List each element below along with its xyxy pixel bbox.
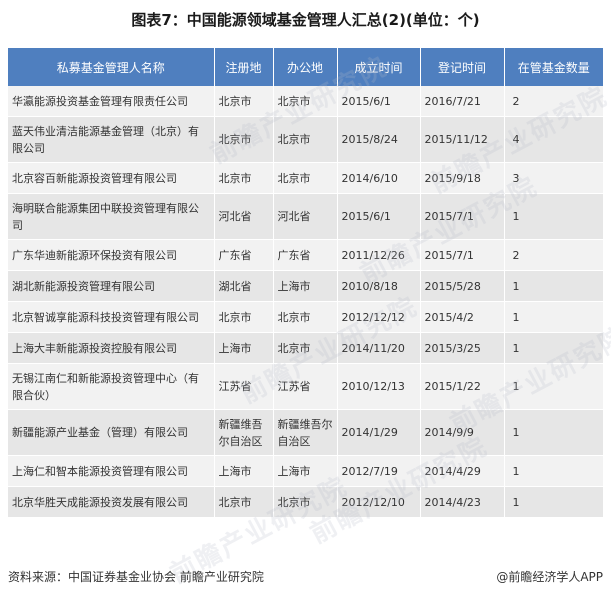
cell-registration-date: 2015/1/22 xyxy=(420,363,505,410)
cell-manager-name: 广东华迪新能源环保投资有限公司 xyxy=(8,239,215,271)
cell-founded-date: 2010/12/13 xyxy=(337,363,421,410)
page-title: 图表7：中国能源领域基金管理人汇总(2)(单位：个) xyxy=(131,11,480,29)
cell-founded-date: 2015/6/1 xyxy=(337,86,421,117)
table-row: 北京智诚享能源科技投资管理有限公司 北京市 北京市 2012/12/12 2015/4/… xyxy=(8,301,603,333)
cell-founded-date: 2012/12/10 xyxy=(337,486,421,518)
cell-fund-count: 1 xyxy=(504,455,603,487)
cell-fund-count: 1 xyxy=(504,332,603,364)
cell-manager-name: 新疆能源产业基金（管理）有限公司 xyxy=(8,409,215,456)
cell-founded-date: 2015/8/24 xyxy=(337,116,421,163)
cell-founded-date: 2012/7/19 xyxy=(337,455,421,487)
cell-founded-date: 2015/6/1 xyxy=(337,193,421,240)
cell-fund-count: 1 xyxy=(504,409,603,456)
cell-registered-place: 北京市 xyxy=(214,116,274,163)
cell-registration-date: 2015/7/1 xyxy=(420,239,505,271)
cell-founded-date: 2014/6/10 xyxy=(337,162,421,194)
cell-registered-place: 上海市 xyxy=(214,332,274,364)
cell-manager-name: 蓝天伟业清洁能源基金管理（北京）有限公司 xyxy=(8,116,215,163)
cell-manager-name: 北京智诚享能源科技投资管理有限公司 xyxy=(8,301,215,333)
cell-office-place: 江苏省 xyxy=(273,363,338,410)
cell-registration-date: 2015/9/18 xyxy=(420,162,505,194)
cell-registered-place: 湖北省 xyxy=(214,270,274,302)
cell-office-place: 北京市 xyxy=(273,162,338,194)
cell-manager-name: 无锡江南仁和新能源投资管理中心（有限合伙） xyxy=(8,363,215,410)
cell-registered-place: 北京市 xyxy=(214,486,274,518)
cell-founded-date: 2011/12/26 xyxy=(337,239,421,271)
cell-registration-date: 2014/4/23 xyxy=(420,486,505,518)
cell-fund-count: 1 xyxy=(504,301,603,333)
column-header-registered-place: 注册地 xyxy=(214,48,274,86)
table-row: 广东华迪新能源环保投资有限公司 广东省 广东省 2011/12/26 2015/7/1 2 xyxy=(8,239,603,271)
cell-registered-place: 北京市 xyxy=(214,162,274,194)
cell-fund-count: 4 xyxy=(504,116,603,163)
cell-registered-place: 北京市 xyxy=(214,301,274,333)
cell-office-place: 北京市 xyxy=(273,116,338,163)
column-header-name: 私募基金管理人名称 xyxy=(8,48,215,86)
cell-founded-date: 2010/8/18 xyxy=(337,270,421,302)
cell-manager-name: 湖北新能源投资管理有限公司 xyxy=(8,270,215,302)
cell-manager-name: 北京容百新能源投资管理有限公司 xyxy=(8,162,215,194)
cell-founded-date: 2012/12/12 xyxy=(337,301,421,333)
cell-fund-count: 1 xyxy=(504,486,603,518)
cell-registered-place: 新疆维吾尔自治区 xyxy=(214,409,274,456)
cell-fund-count: 3 xyxy=(504,162,603,194)
cell-registration-date: 2014/9/9 xyxy=(420,409,505,456)
cell-registration-date: 2015/11/12 xyxy=(420,116,505,163)
column-header-registration-date: 登记时间 xyxy=(420,48,505,86)
cell-registered-place: 北京市 xyxy=(214,86,274,117)
table-row: 蓝天伟业清洁能源基金管理（北京）有限公司 北京市 北京市 2015/8/24 2015/… xyxy=(8,116,603,163)
table-row: 北京容百新能源投资管理有限公司 北京市 北京市 2014/6/10 2015/9/18 3 xyxy=(8,162,603,194)
table-row: 无锡江南仁和新能源投资管理中心（有限合伙） 江苏省 江苏省 2010/12/13 201… xyxy=(8,363,603,410)
cell-office-place: 北京市 xyxy=(273,332,338,364)
cell-fund-count: 1 xyxy=(504,363,603,410)
cell-fund-count: 2 xyxy=(504,239,603,271)
cell-office-place: 新疆维吾尔自治区 xyxy=(273,409,338,456)
fund-manager-table: 私募基金管理人名称 注册地 办公地 成立时间 登记时间 在管基金数量 华瀛能源投… xyxy=(8,48,603,518)
table-row: 北京华胜天成能源投资发展有限公司 北京市 北京市 2012/12/10 2014/4/2… xyxy=(8,486,603,518)
cell-manager-name: 华瀛能源投资基金管理有限责任公司 xyxy=(8,86,215,117)
cell-office-place: 北京市 xyxy=(273,486,338,518)
cell-registration-date: 2015/3/25 xyxy=(420,332,505,364)
cell-founded-date: 2014/1/29 xyxy=(337,409,421,456)
cell-registered-place: 江苏省 xyxy=(214,363,274,410)
cell-office-place: 河北省 xyxy=(273,193,338,240)
footer-credit: @前瞻经济学人APP xyxy=(496,570,603,584)
table-row: 华瀛能源投资基金管理有限责任公司 北京市 北京市 2015/6/1 2016/7/21 2 xyxy=(8,86,603,117)
column-header-office-place: 办公地 xyxy=(273,48,338,86)
column-header-fund-count: 在管基金数量 xyxy=(504,48,603,86)
cell-manager-name: 上海仁和智本能源投资管理有限公司 xyxy=(8,455,215,487)
table-row: 上海仁和智本能源投资管理有限公司 上海市 上海市 2012/7/19 2014/4/29… xyxy=(8,455,603,487)
cell-founded-date: 2014/11/20 xyxy=(337,332,421,364)
cell-registration-date: 2015/4/2 xyxy=(420,301,505,333)
cell-manager-name: 上海大丰新能源投资控股有限公司 xyxy=(8,332,215,364)
cell-office-place: 北京市 xyxy=(273,301,338,333)
cell-registration-date: 2014/4/29 xyxy=(420,455,505,487)
cell-registration-date: 2015/7/1 xyxy=(420,193,505,240)
cell-office-place: 上海市 xyxy=(273,270,338,302)
table-row: 新疆能源产业基金（管理）有限公司 新疆维吾尔自治区 新疆维吾尔自治区 2014/1/2… xyxy=(8,409,603,456)
cell-registration-date: 2016/7/21 xyxy=(420,86,505,117)
column-header-founded-date: 成立时间 xyxy=(337,48,421,86)
cell-fund-count: 1 xyxy=(504,270,603,302)
cell-registered-place: 广东省 xyxy=(214,239,274,271)
cell-registration-date: 2015/5/28 xyxy=(420,270,505,302)
cell-manager-name: 北京华胜天成能源投资发展有限公司 xyxy=(8,486,215,518)
cell-registered-place: 上海市 xyxy=(214,455,274,487)
footer-source: 资料来源：中国证券基金业协会 前瞻产业研究院 xyxy=(8,570,264,584)
cell-manager-name: 海明联合能源集团中联投资管理有限公司 xyxy=(8,193,215,240)
cell-office-place: 广东省 xyxy=(273,239,338,271)
table-row: 湖北新能源投资管理有限公司 湖北省 上海市 2010/8/18 2015/5/28 1 xyxy=(8,270,603,302)
cell-fund-count: 1 xyxy=(504,193,603,240)
table-header-row: 私募基金管理人名称 注册地 办公地 成立时间 登记时间 在管基金数量 xyxy=(8,48,603,86)
cell-registered-place: 河北省 xyxy=(214,193,274,240)
table-row: 上海大丰新能源投资控股有限公司 上海市 北京市 2014/11/20 2015/3/25… xyxy=(8,332,603,364)
cell-office-place: 上海市 xyxy=(273,455,338,487)
cell-office-place: 北京市 xyxy=(273,86,338,117)
table-row: 海明联合能源集团中联投资管理有限公司 河北省 河北省 2015/6/1 2015/7/1… xyxy=(8,193,603,240)
cell-fund-count: 2 xyxy=(504,86,603,117)
